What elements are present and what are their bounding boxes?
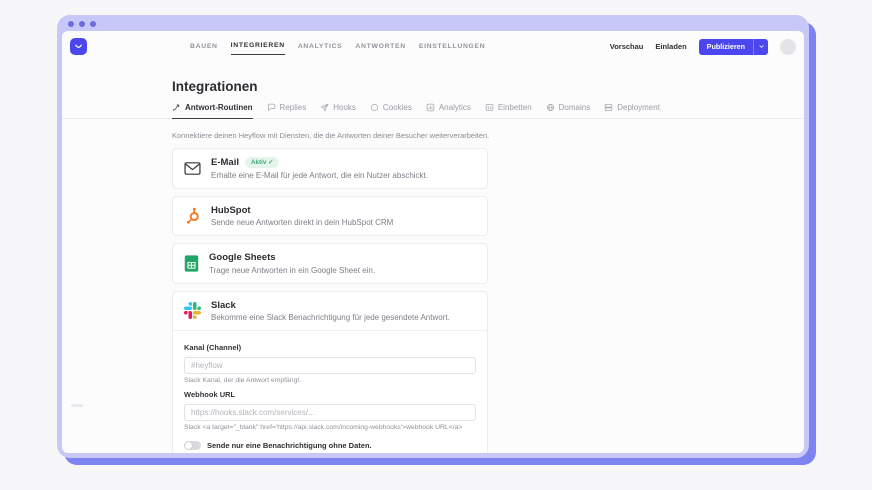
google-sheets-icon: [184, 255, 199, 272]
integration-name: Google Sheets: [209, 252, 276, 263]
preview-button[interactable]: Vorschau: [610, 42, 644, 51]
tab-hooks[interactable]: Hooks: [320, 103, 356, 118]
publish-split-button: Publizieren: [698, 38, 768, 55]
tab-label: Antwort-Routinen: [185, 103, 253, 112]
tab-label: Analytics: [438, 103, 471, 112]
chevron-down-icon: [758, 45, 764, 48]
toggle-knob: [185, 442, 192, 449]
scroll-hint: [71, 404, 83, 407]
tab-cookies[interactable]: Cookies: [370, 103, 412, 118]
globe-icon: [546, 103, 554, 112]
channel-help: Slack Kanal, der die Antwort empfängt.: [184, 377, 302, 384]
nav-item-integrieren[interactable]: Integrieren: [230, 38, 285, 55]
page-intro: Konnektiere deinen Heyflow mit Diensten,…: [172, 131, 490, 140]
channel-input[interactable]: [184, 357, 476, 374]
routines-icon: [173, 104, 180, 111]
tab-label: Domains: [558, 103, 591, 112]
tabs-bar: Antwort-Routinen Replies Hooks Cookies A…: [62, 103, 804, 119]
tab-deployment[interactable]: Deployment: [604, 103, 660, 118]
traffic-light-dot: [68, 21, 74, 27]
integration-card-hubspot[interactable]: HubSpot Sende neue Antworten direkt in d…: [172, 195, 488, 236]
integration-card-google-sheets[interactable]: Google Sheets Trage neue Antworten in ei…: [172, 243, 488, 284]
status-badge: Aktiv ✓: [244, 157, 280, 168]
publish-dropdown-button[interactable]: [753, 38, 768, 55]
tab-label: Cookies: [382, 103, 412, 112]
embed-icon: [485, 104, 494, 111]
tab-analytics[interactable]: Analytics: [426, 103, 471, 118]
slack-icon: [184, 302, 201, 320]
page-title: Integrationen: [172, 79, 258, 94]
integration-name: Slack: [211, 299, 236, 311]
user-avatar[interactable]: [780, 38, 796, 55]
notification-only-toggle[interactable]: [184, 441, 201, 450]
paper-plane-icon: [320, 103, 329, 112]
integration-desc: Trage neue Antworten in ein Google Sheet…: [209, 265, 376, 275]
publish-button[interactable]: Publizieren: [698, 38, 753, 55]
app-window: Bauen Integrieren Analytics Antworten Ei…: [62, 31, 804, 453]
nav-item-bauen[interactable]: Bauen: [190, 39, 218, 55]
slack-card-header[interactable]: Slack Bekomme eine Slack Benachrichtigun…: [173, 292, 487, 331]
invite-button[interactable]: Einladen: [655, 42, 686, 51]
tab-replies[interactable]: Replies: [267, 103, 307, 118]
tab-label: Einbetten: [497, 103, 532, 112]
channel-label: Kanal (Channel): [184, 343, 242, 352]
toggle-label: Sende nur eine Benachrichtigung ohne Dat…: [207, 441, 372, 450]
main-nav: Bauen Integrieren Analytics Antworten Ei…: [190, 31, 485, 62]
tab-einbetten[interactable]: Einbetten: [485, 103, 532, 118]
nav-item-analytics[interactable]: Analytics: [298, 39, 343, 55]
integration-list: E-Mail Aktiv ✓ Erhalte eine E-Mail für j…: [172, 148, 488, 453]
integration-desc: Sende neue Antworten direkt in dein HubS…: [211, 218, 394, 227]
integration-card-email[interactable]: E-Mail Aktiv ✓ Erhalte eine E-Mail für j…: [172, 148, 488, 189]
smile-icon: [75, 44, 82, 48]
webhook-help: Slack <a target="_blank" href='https://a…: [184, 424, 463, 431]
app-header: Bauen Integrieren Analytics Antworten Ei…: [62, 31, 804, 62]
header-actions: Vorschau Einladen Publizieren: [610, 38, 796, 55]
tab-label: Deployment: [617, 103, 660, 112]
heyflow-logo[interactable]: [70, 38, 87, 55]
browser-window-frame: Bauen Integrieren Analytics Antworten Ei…: [57, 15, 809, 458]
integration-card-slack: Slack Bekomme eine Slack Benachrichtigun…: [172, 290, 488, 453]
slack-form: Kanal (Channel) Slack Kanal, der die Ant…: [173, 331, 487, 453]
tab-label: Hooks: [333, 103, 356, 112]
bar-chart-icon: [426, 103, 435, 112]
hubspot-icon: [184, 207, 201, 224]
email-icon: [184, 161, 201, 176]
tab-antwort-routinen[interactable]: Antwort-Routinen: [172, 103, 253, 119]
nav-item-antworten[interactable]: Antworten: [355, 39, 405, 55]
server-stack-icon: [604, 104, 613, 111]
traffic-light-dot: [79, 21, 85, 27]
tab-label: Replies: [279, 103, 307, 112]
integration-desc: Bekomme eine Slack Benachrichtigung für …: [211, 313, 450, 322]
webhook-input[interactable]: [184, 404, 476, 421]
integration-desc: Erhalte eine E-Mail für jede Antwort, di…: [211, 170, 428, 180]
webhook-label: Webhook URL: [184, 390, 236, 399]
nav-item-einstellungen[interactable]: Einstellungen: [419, 39, 486, 55]
chat-bubble-icon: [267, 103, 275, 111]
integration-name: E-Mail: [211, 157, 239, 168]
traffic-light-dot: [90, 21, 96, 27]
tab-domains[interactable]: Domains: [546, 103, 591, 118]
window-traffic-lights: [68, 21, 96, 27]
integration-name: HubSpot: [211, 204, 251, 216]
cookie-icon: [370, 103, 378, 112]
